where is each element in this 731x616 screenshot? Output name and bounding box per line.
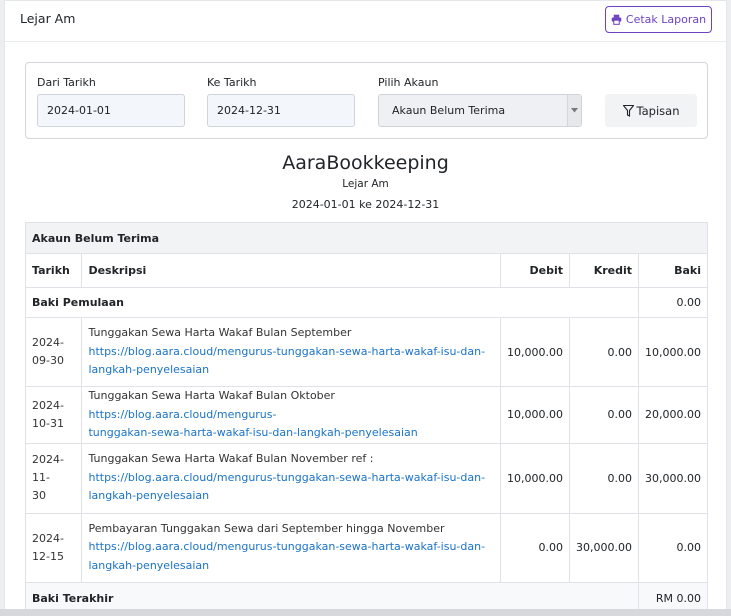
ledger-card: Lejar Am Cetak Laporan Dari Tarikh 2024-… (4, 0, 727, 616)
row-date: 2024-11- 30 (24, 442, 83, 514)
report-date-range: 2024-01-01 ke 2024-12-31 (291, 198, 440, 211)
row-debit: 10,000.00 (500, 317, 571, 387)
print-report-label: Cetak Laporan (625, 13, 707, 26)
row-credit: 0.00 (569, 442, 639, 514)
table-row: 2024-11- 30 Tunggakan Sewa Harta Wakaf Bu… (24, 442, 708, 514)
row-description: Pembayaran Tunggakan Sewa dari September… (81, 512, 502, 583)
to-date-input[interactable]: 2024-12-31 (207, 94, 355, 127)
filter-icon (622, 104, 634, 117)
opening-balance-row: Baki Pemulaan 0.00 (25, 287, 708, 318)
account-select-label: Pilih Akaun (378, 76, 439, 89)
printer-icon (611, 14, 622, 25)
opening-balance-label: Baki Pemulaan (25, 287, 639, 318)
table-row: 2024- 10-31 Tunggakan Sewa Harta Wakaf Bu… (24, 386, 708, 444)
print-report-button[interactable]: Cetak Laporan (605, 6, 712, 33)
to-date-label: Ke Tarikh (207, 76, 257, 89)
from-date-label: Dari Tarikh (37, 76, 96, 89)
row-debit: 10,000.00 (500, 386, 571, 444)
row-link[interactable]: https://blog.aara.cloud/mengurus-tunggak… (88, 471, 485, 503)
row-date: 2024- 10-31 (24, 386, 83, 444)
row-description: Tunggakan Sewa Harta Wakaf Bulan Oktober… (81, 386, 502, 444)
row-description: Tunggakan Sewa Harta Wakaf Bulan Septemb… (81, 317, 502, 387)
account-name: Akaun Belum Terima (25, 222, 708, 254)
table-row: 2024- 12-15 Pembayaran Tunggakan Sewa dar… (24, 512, 708, 583)
filter-button-label: Tapisan (636, 103, 680, 118)
table-row: 2024- 09-30 Tunggakan Sewa Harta Wakaf Bu… (24, 317, 708, 387)
row-credit: 0.00 (569, 386, 639, 444)
account-select-value: Akaun Belum Terima (392, 104, 506, 117)
row-balance: 0.00 (638, 512, 708, 583)
opening-balance-value: 0.00 (638, 287, 708, 318)
row-balance: 30,000.00 (638, 442, 708, 514)
table-header-row: Tarikh Deskripsi Debit Kredit Baki (24, 253, 708, 288)
from-date-input[interactable]: 2024-01-01 (37, 94, 185, 127)
row-link[interactable]: https://blog.aara.cloud/mengurus-tunggak… (88, 345, 485, 377)
row-debit: 10,000.00 (500, 442, 571, 514)
col-debit: Debit (500, 253, 571, 288)
row-link[interactable]: https://blog.aara.cloud/mengurus-tunggak… (88, 540, 485, 572)
company-name: AaraBookkeeping (282, 152, 449, 174)
row-credit: 30,000.00 (569, 512, 639, 583)
account-select[interactable]: Akaun Belum Terima (378, 94, 582, 127)
row-debit: 0.00 (500, 512, 571, 583)
ledger-table: Akaun Belum Terima Tarikh Deskripsi Debi… (24, 222, 708, 615)
row-description: Tunggakan Sewa Harta Wakaf Bulan Novembe… (81, 442, 502, 514)
horizontal-scrollbar[interactable] (0, 609, 731, 616)
row-date: 2024- 12-15 (24, 512, 83, 583)
col-date: Tarikh (24, 253, 83, 288)
col-balance: Baki (638, 253, 708, 288)
row-credit: 0.00 (569, 317, 639, 387)
filter-panel: Dari Tarikh 2024-01-01 Ke Tarikh 2024-12… (25, 62, 708, 139)
row-date: 2024- 09-30 (24, 317, 83, 387)
col-desc: Deskripsi (81, 253, 502, 288)
row-link[interactable]: https://blog.aara.cloud/mengurus-tunggak… (88, 408, 417, 440)
row-balance: 20,000.00 (638, 386, 708, 444)
chevron-down-icon (567, 95, 581, 126)
filter-button[interactable]: Tapisan (605, 94, 697, 127)
page-title: Lejar Am (20, 11, 76, 26)
row-balance: 10,000.00 (638, 317, 708, 387)
col-credit: Kredit (569, 253, 639, 288)
card-header: Lejar Am Cetak Laporan (5, 1, 726, 42)
report-subtitle: Lejar Am (342, 178, 389, 190)
account-header-row: Akaun Belum Terima (25, 222, 708, 254)
